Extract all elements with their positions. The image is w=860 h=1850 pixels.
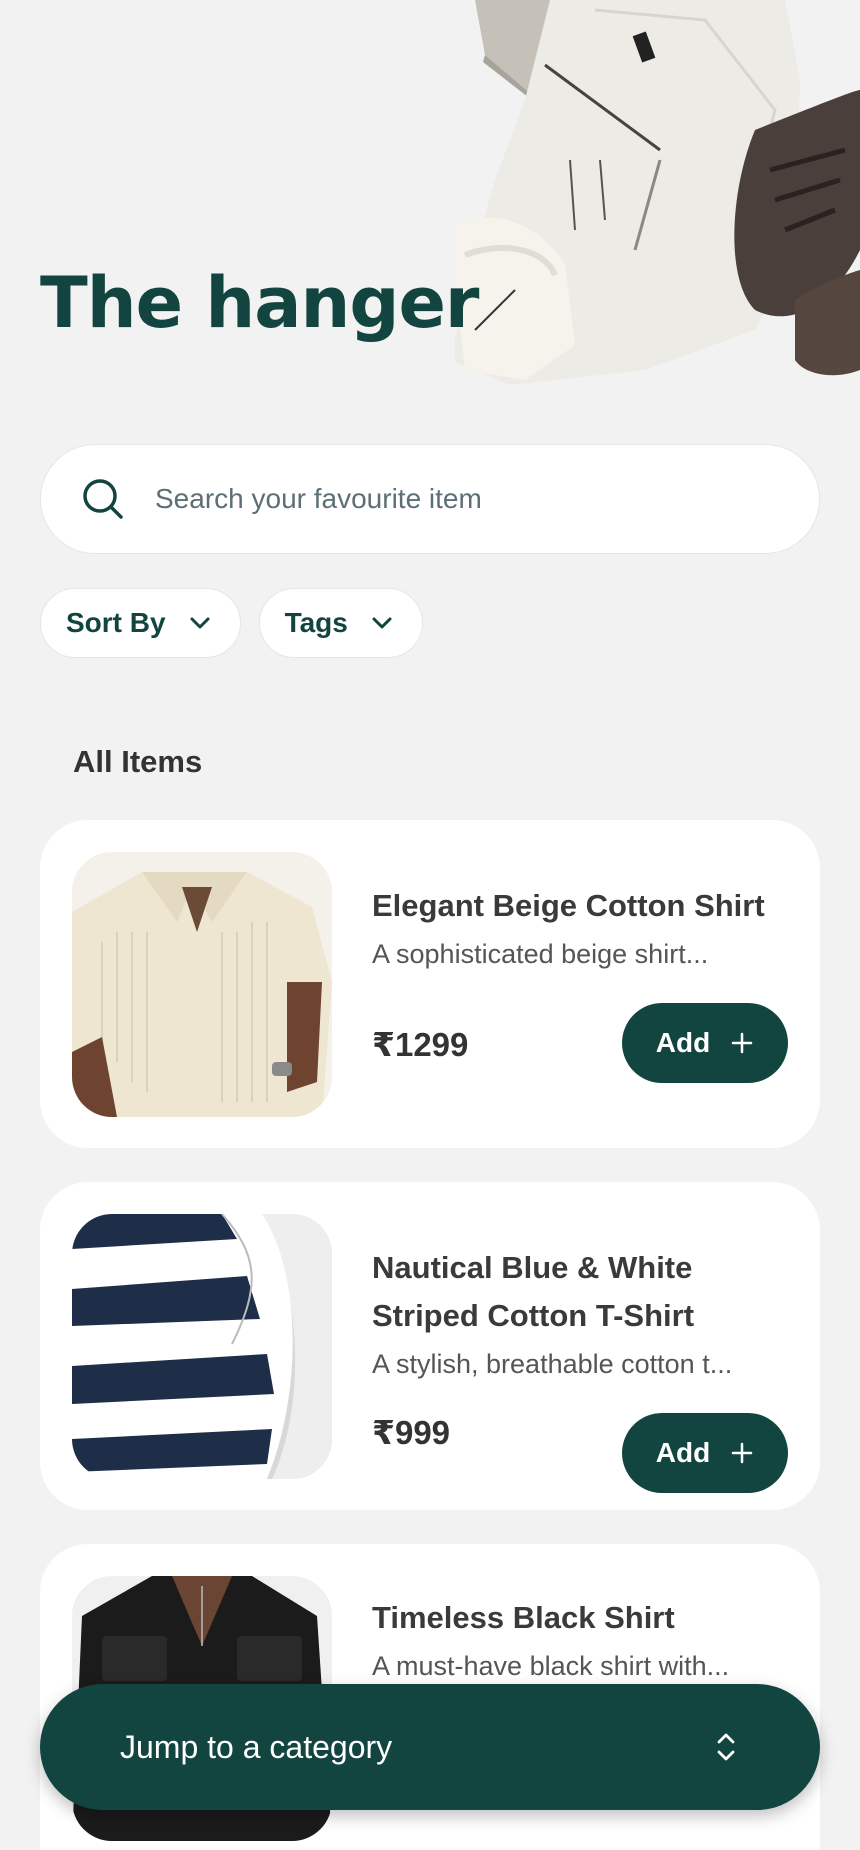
add-button-label: Add: [655, 1437, 711, 1468]
product-description: A must-have black shirt with...: [372, 1651, 730, 1681]
search-icon: [83, 479, 123, 519]
jump-to-category-label: Jump to a category: [120, 1728, 393, 1765]
add-button-label: Add: [655, 1027, 711, 1058]
jump-to-category-button[interactable]: Jump to a category: [40, 1684, 820, 1810]
sort-by-dropdown[interactable]: Sort By: [40, 588, 241, 658]
product-info: Elegant Beige Cotton Shirt A sophisticat…: [372, 882, 790, 974]
product-name: Nautical Blue & White Striped Cotton T-S…: [372, 1250, 695, 1333]
page-title: The hanger: [40, 262, 479, 344]
tags-label: Tags: [284, 607, 348, 638]
sort-by-label: Sort By: [66, 607, 166, 638]
product-image: [72, 852, 332, 1117]
product-card[interactable]: Nautical Blue & White Striped Cotton T-S…: [40, 1182, 820, 1510]
search-input[interactable]: [155, 474, 715, 524]
search-bar[interactable]: [40, 444, 820, 554]
product-price: ₹1299: [372, 1026, 469, 1063]
product-price: ₹999: [372, 1414, 451, 1451]
product-name: Elegant Beige Cotton Shirt: [372, 888, 765, 923]
plus-icon: [731, 1032, 753, 1054]
plus-icon: [731, 1442, 753, 1464]
product-description: A sophisticated beige shirt...: [372, 939, 709, 969]
product-card[interactable]: Elegant Beige Cotton Shirt A sophisticat…: [40, 820, 820, 1148]
clothes-flatlay-image: [455, 0, 860, 385]
tags-dropdown[interactable]: Tags: [258, 588, 423, 658]
product-description: A stylish, breathable cotton t...: [372, 1349, 733, 1379]
product-info: Timeless Black Shirt A must-have black s…: [372, 1594, 790, 1686]
product-info: Nautical Blue & White Striped Cotton T-S…: [372, 1244, 790, 1384]
hero-section: The hanger: [0, 0, 860, 400]
add-to-cart-button[interactable]: Add: [622, 1413, 788, 1493]
chevron-up-down-icon: [717, 1733, 735, 1761]
chevron-down-icon: [372, 617, 392, 629]
filter-bar: Sort By Tags: [40, 588, 423, 658]
product-image: [72, 1214, 332, 1479]
section-title: All Items: [73, 744, 203, 779]
add-to-cart-button[interactable]: Add: [622, 1003, 788, 1083]
product-name: Timeless Black Shirt: [372, 1600, 675, 1635]
chevron-down-icon: [190, 617, 210, 629]
